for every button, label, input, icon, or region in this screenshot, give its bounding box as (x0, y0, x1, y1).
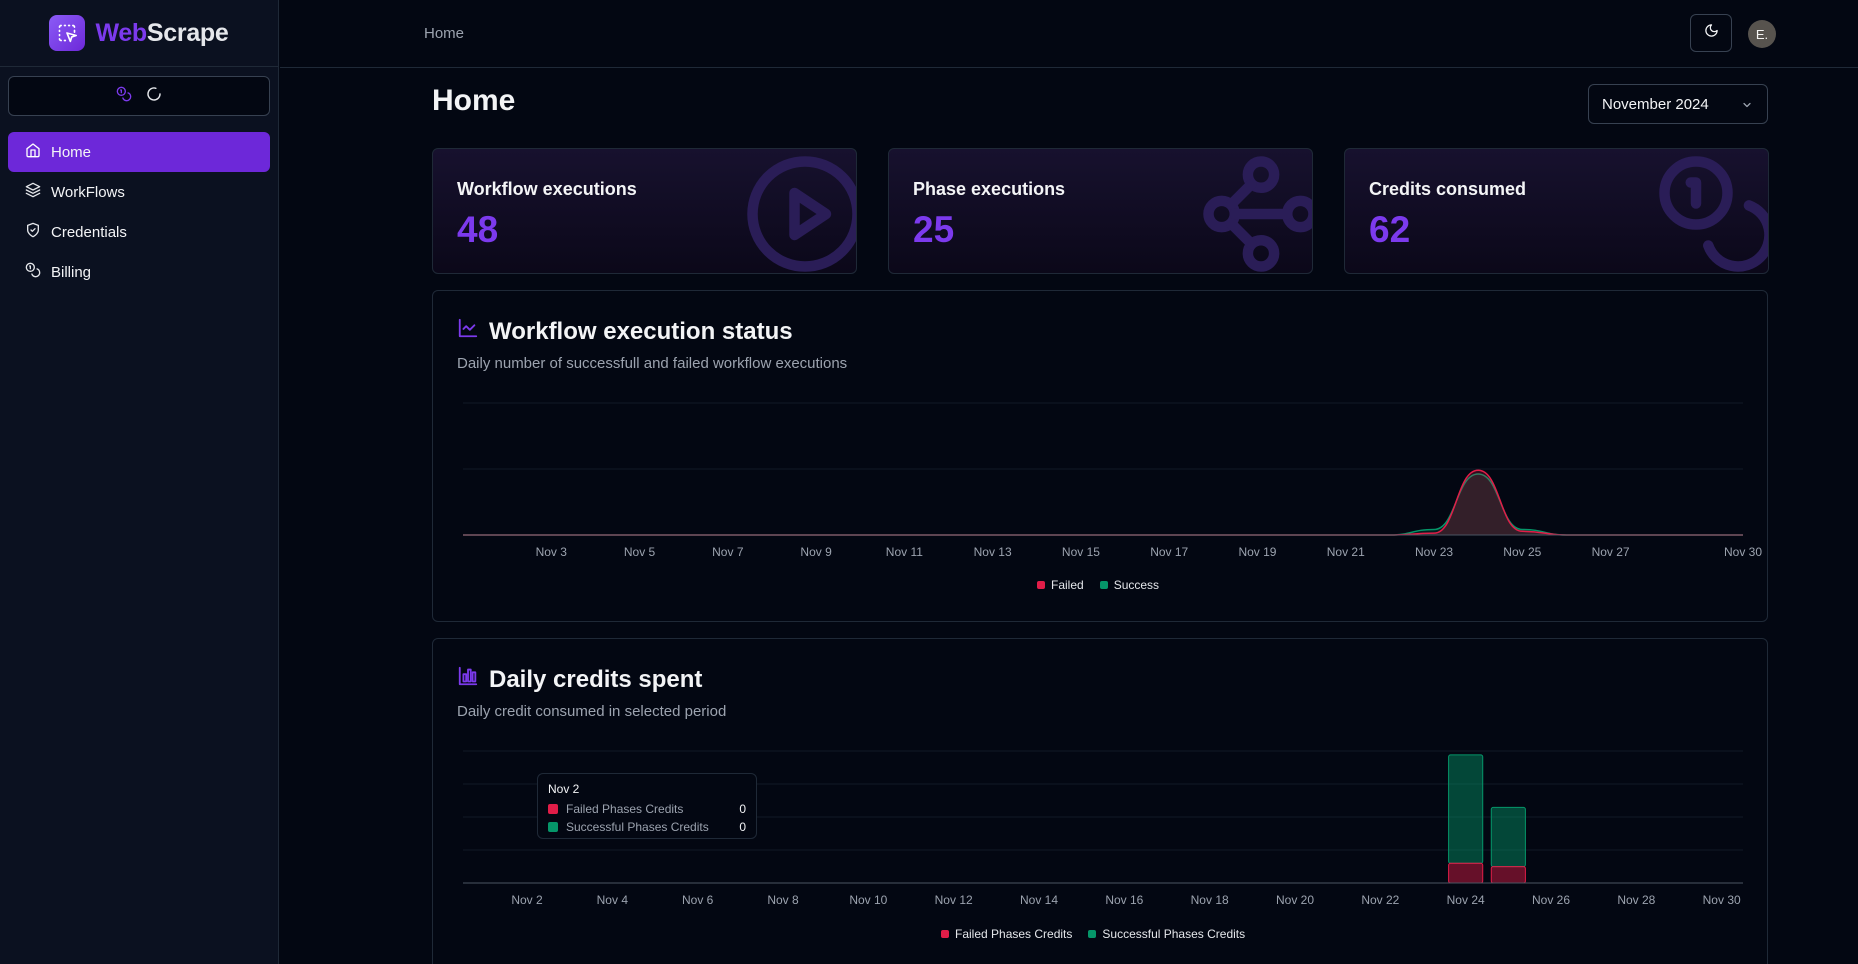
play-circle-icon (742, 151, 856, 273)
x-tick-label: Nov 13 (974, 545, 1012, 559)
shield-icon (25, 222, 41, 242)
x-tick-label: Nov 30 (1703, 893, 1741, 907)
coins-icon (1654, 151, 1768, 273)
coins-icon (25, 262, 41, 282)
x-tick-label: Nov 10 (849, 893, 887, 907)
loader-icon (146, 86, 162, 107)
success-area (463, 473, 1743, 535)
x-tick-label: Nov 4 (597, 893, 629, 907)
sidebar-item-home[interactable]: Home (8, 132, 270, 172)
bar-success (1448, 754, 1484, 864)
top-bar: Home E. (280, 0, 1858, 68)
x-tick-label: Nov 22 (1361, 893, 1399, 907)
home-icon (25, 142, 41, 162)
logo[interactable]: WebScrape (0, 0, 278, 67)
x-tick-label: Nov 25 (1503, 545, 1541, 559)
x-tick-label: Nov 21 (1327, 545, 1365, 559)
sidebar-item-label: Home (51, 143, 92, 161)
x-tick-label: Nov 30 (1724, 545, 1762, 559)
chart-tooltip: Nov 2 Failed Phases Credits 0 Successful … (537, 773, 757, 839)
sidebar-item-label: WorkFlows (51, 183, 125, 201)
x-tick-label: Nov 23 (1415, 545, 1453, 559)
x-tick-label: Nov 9 (800, 545, 832, 559)
app-name: WebScrape (95, 18, 229, 47)
legend-item-success[interactable]: Success (1099, 578, 1159, 592)
sidebar: WebScrape Home WorkFlows Credentials Bil… (0, 0, 279, 964)
stat-value: 48 (457, 209, 499, 250)
avatar[interactable]: E. (1748, 20, 1776, 48)
x-tick-label: Nov 27 (1592, 545, 1630, 559)
breadcrumb[interactable]: Home (424, 25, 464, 42)
legend-item-failed-credits[interactable]: Failed Phases Credits (941, 927, 1072, 941)
x-tick-label: Nov 12 (935, 893, 973, 907)
failed-series-line (463, 469, 1743, 536)
legend-item-success-credits[interactable]: Successful Phases Credits (1088, 927, 1245, 941)
stat-label: Phase executions (913, 179, 1066, 199)
x-tick-label: Nov 16 (1105, 893, 1143, 907)
x-tick-label: Nov 3 (536, 545, 568, 559)
tooltip-row: Failed Phases Credits 0 (548, 800, 746, 818)
execution-status-card: Workflow execution status Daily number o… (432, 290, 1768, 622)
sidebar-item-billing[interactable]: Billing (8, 252, 270, 292)
stat-value: 62 (1369, 209, 1411, 250)
user-credits[interactable] (8, 76, 270, 116)
stat-label: Workflow executions (457, 179, 637, 199)
x-tick-label: Nov 6 (682, 893, 714, 907)
x-tick-label: Nov 17 (1150, 545, 1188, 559)
tooltip-row: Successful Phases Credits 0 (548, 818, 746, 836)
x-tick-label: Nov 20 (1276, 893, 1314, 907)
sidebar-item-label: Credentials (51, 223, 127, 241)
x-tick-label: Nov 5 (624, 545, 656, 559)
x-tick-label: Nov 8 (767, 893, 799, 907)
waypoints-icon (1198, 151, 1312, 273)
bar-failed (1490, 866, 1526, 884)
stat-label: Credits consumed (1369, 179, 1527, 199)
sidebar-item-label: Billing (51, 263, 92, 281)
theme-toggle-button[interactable] (1690, 14, 1732, 52)
x-tick-label: Nov 14 (1020, 893, 1058, 907)
x-tick-label: Nov 19 (1238, 545, 1276, 559)
moon-icon (1704, 23, 1719, 43)
daily-credits-card: Daily credits spent Daily credit consume… (432, 638, 1768, 964)
bar-failed (1448, 862, 1484, 884)
execution-status-chart[interactable]: Nov 3 Nov 5 Nov 7 Nov 9 Nov 11 Nov 13 Nov 15 No… (433, 291, 1769, 623)
x-tick-label: Nov 18 (1191, 893, 1229, 907)
x-tick-label: Nov 28 (1617, 893, 1655, 907)
success-series-line (463, 473, 1743, 536)
x-tick-label: Nov 7 (712, 545, 744, 559)
tooltip-title: Nov 2 (548, 782, 580, 796)
sidebar-item-credentials[interactable]: Credentials (8, 212, 270, 252)
chart-legend: Failed Success (1037, 578, 1159, 592)
coins-icon (116, 86, 132, 107)
failed-area (463, 470, 1743, 535)
x-tick-label: Nov 2 (511, 893, 543, 907)
page-title: Home (432, 84, 516, 117)
x-tick-label: Nov 11 (886, 545, 923, 559)
stat-value: 25 (913, 209, 955, 250)
sidebar-nav: Home WorkFlows Credentials Billing (8, 132, 270, 292)
x-tick-label: Nov 15 (1062, 545, 1100, 559)
bar-success (1490, 806, 1526, 868)
period-selector[interactable]: November 2024 (1588, 84, 1768, 124)
logo-mark-icon (49, 15, 86, 51)
stat-card-phase-executions: Phase executions 25 (888, 148, 1313, 274)
period-value: November 2024 (1602, 95, 1709, 113)
x-tick-label: Nov 24 (1447, 893, 1485, 907)
stat-card-credits-consumed: Credits consumed 62 (1344, 148, 1769, 274)
stat-card-workflow-executions: Workflow executions 48 (432, 148, 857, 274)
legend-item-failed[interactable]: Failed (1037, 578, 1084, 592)
chart-legend: Failed Phases Credits Successful Phases … (941, 927, 1245, 941)
sidebar-item-workflows[interactable]: WorkFlows (8, 172, 270, 212)
x-tick-label: Nov 26 (1532, 893, 1570, 907)
layers-icon (25, 182, 41, 202)
